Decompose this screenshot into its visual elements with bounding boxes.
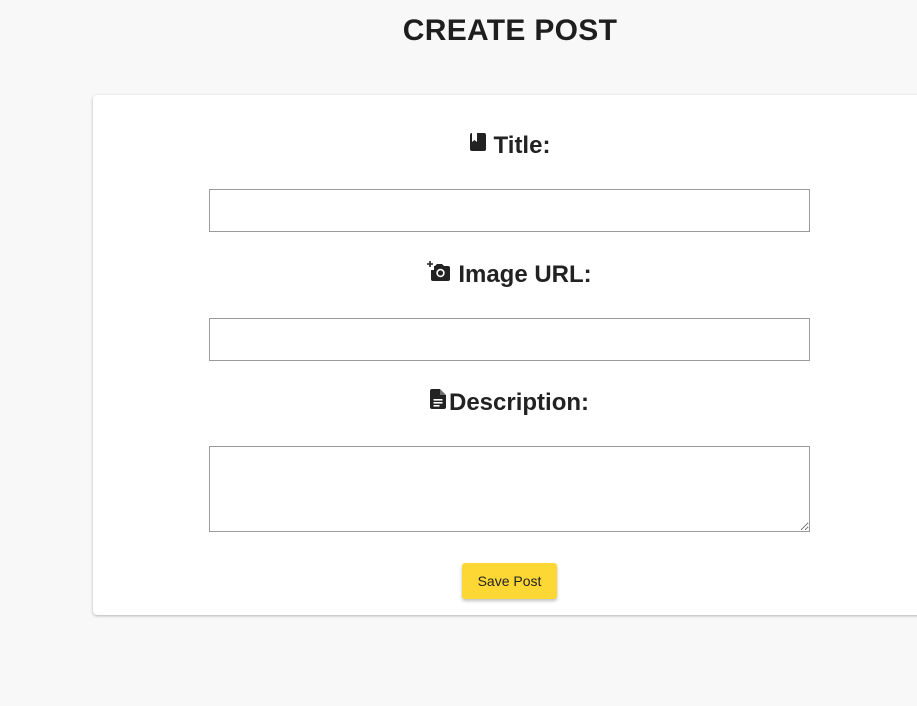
image-url-input[interactable] — [209, 318, 810, 361]
title-label-text: Title: — [493, 132, 551, 159]
image-url-label-text: Image URL: — [458, 261, 592, 288]
create-post-form-card: Title: Image URL: Description: Save Post — [93, 95, 917, 615]
title-input[interactable] — [209, 189, 810, 232]
save-post-button[interactable]: Save Post — [462, 563, 557, 599]
add-a-photo-icon — [427, 260, 451, 282]
page-title: CREATE POST — [402, 14, 618, 47]
description-label-text: Description: — [448, 389, 589, 416]
book-icon — [469, 132, 487, 152]
description-label: Description: — [93, 388, 917, 418]
image-url-label: Image URL: — [93, 260, 917, 290]
description-icon — [429, 389, 446, 409]
description-textarea[interactable] — [209, 446, 810, 532]
title-label: Title: — [93, 131, 917, 161]
